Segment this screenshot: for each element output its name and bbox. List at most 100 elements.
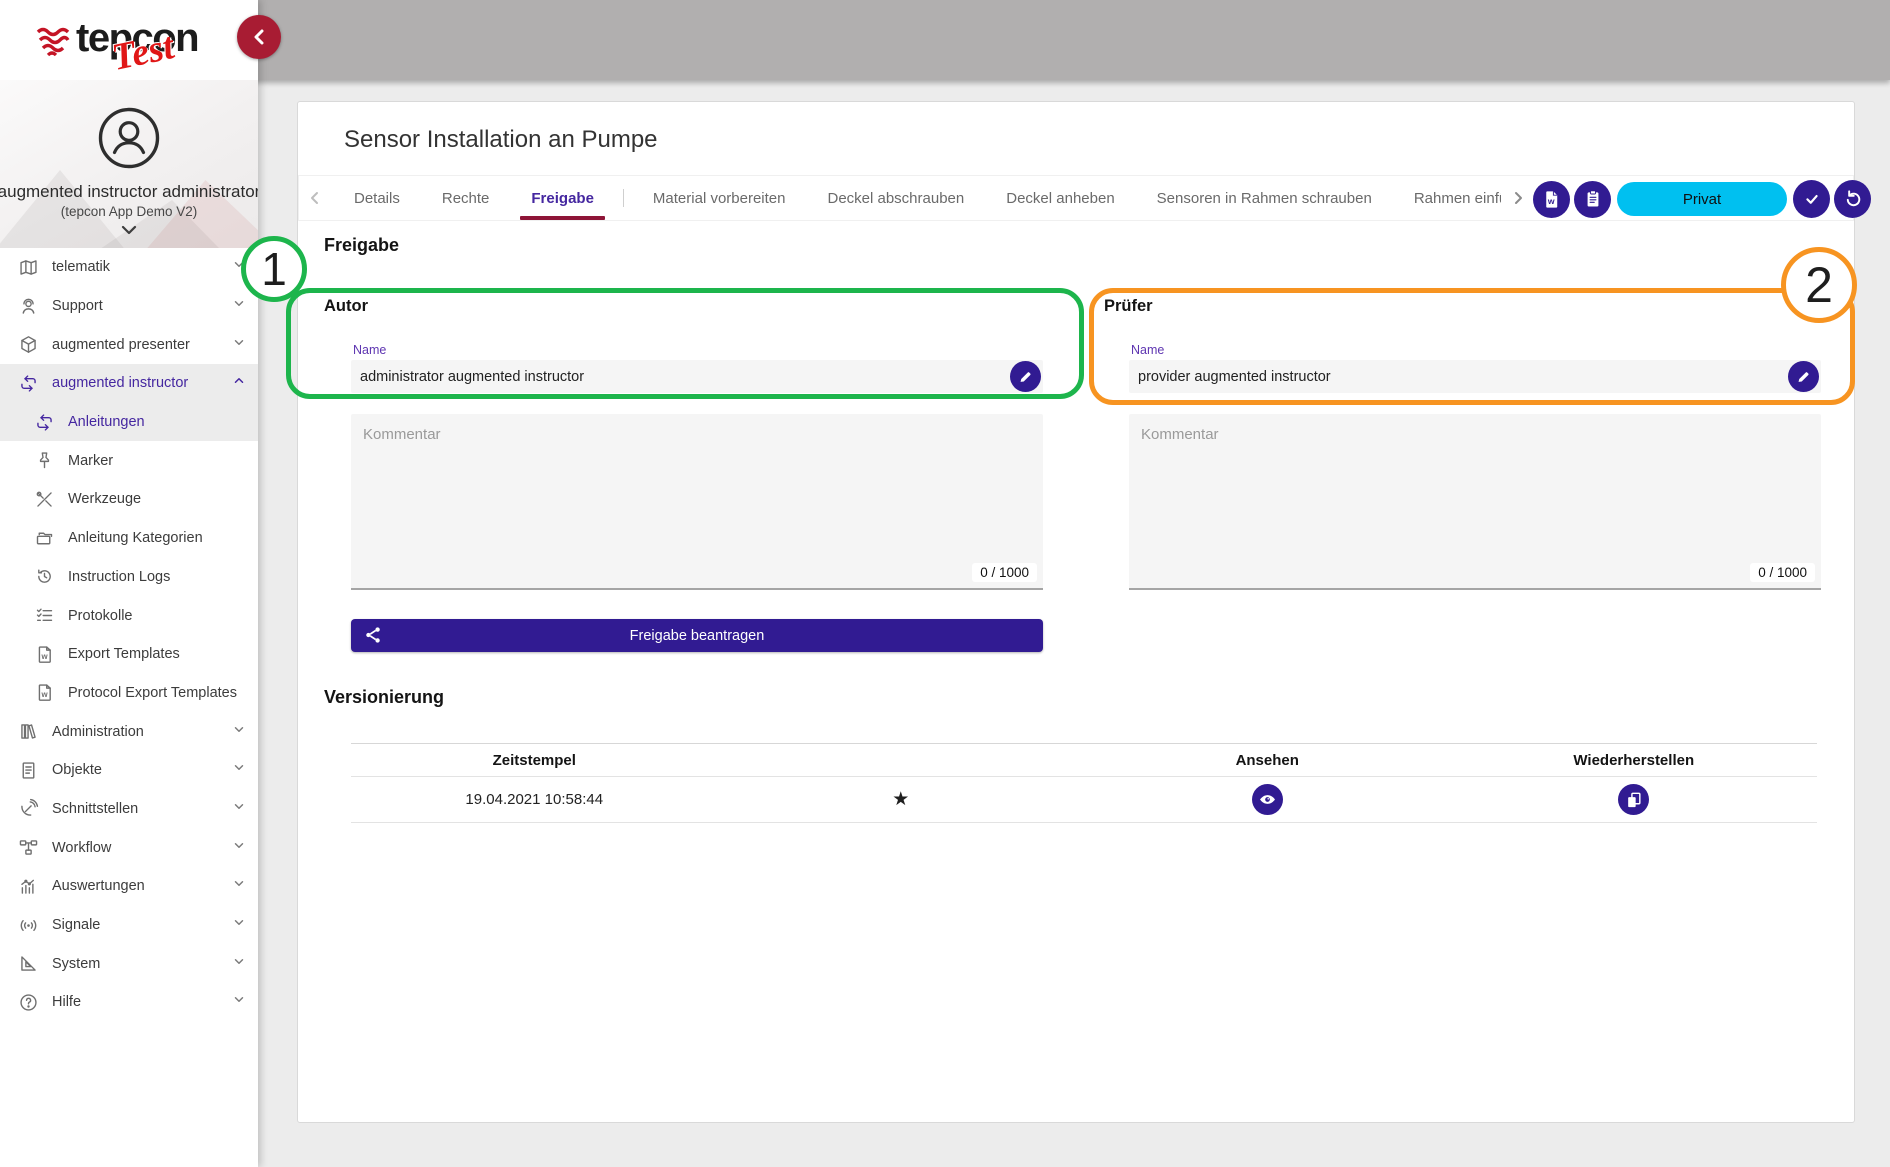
tab-freigabe[interactable]: Freigabe bbox=[510, 176, 615, 220]
pencil-icon bbox=[1795, 368, 1812, 385]
autor-name-field bbox=[351, 360, 1043, 393]
sidebar-item-workflow[interactable]: Workflow bbox=[0, 828, 258, 867]
sidebar-item-werkzeuge[interactable]: Werkzeuge bbox=[0, 480, 258, 519]
chevron-down-icon bbox=[232, 993, 246, 1012]
restore-version-button[interactable] bbox=[1618, 784, 1649, 815]
pushpin-icon bbox=[32, 450, 56, 472]
autor-comment-counter: 0 / 1000 bbox=[972, 563, 1037, 582]
sidebar-item-anleitung-kategorien[interactable]: Anleitung Kategorien bbox=[0, 519, 258, 558]
history-icon bbox=[32, 566, 56, 588]
tabs-scroll-right-button[interactable] bbox=[1511, 189, 1525, 207]
sidebar-item-label: Anleitung Kategorien bbox=[68, 530, 203, 546]
set-square-icon bbox=[16, 953, 40, 975]
sidebar-item-label: augmented instructor bbox=[52, 375, 188, 391]
pruefer-edit-button[interactable] bbox=[1788, 361, 1819, 392]
sidebar-item-export-templates[interactable]: w Export Templates bbox=[0, 635, 258, 674]
sidebar-item-label: Protokolle bbox=[68, 608, 132, 624]
sidebar-item-augmented-instructor[interactable]: augmented instructor bbox=[0, 364, 258, 403]
chevron-down-icon bbox=[232, 761, 246, 780]
sidebar-item-support[interactable]: Support bbox=[0, 287, 258, 326]
sidebar-item-schnittstellen[interactable]: Schnittstellen bbox=[0, 790, 258, 829]
tabs-strip: Details Rechte Freigabe Material vorbere… bbox=[333, 176, 1501, 220]
request-approval-button[interactable]: Freigabe beantragen bbox=[351, 619, 1043, 652]
word-document-icon: w bbox=[1541, 189, 1562, 210]
sidebar-item-marker[interactable]: Marker bbox=[0, 441, 258, 480]
sidebar-item-auswertungen[interactable]: Auswertungen bbox=[0, 867, 258, 906]
tab-deckel-abschrauben[interactable]: Deckel abschrauben bbox=[806, 176, 985, 220]
tab-material-vorbereiten[interactable]: Material vorbereiten bbox=[632, 176, 807, 220]
favorite-star-icon: ★ bbox=[892, 788, 909, 811]
chevron-down-icon bbox=[232, 335, 246, 354]
tab-deckel-anheben[interactable]: Deckel anheben bbox=[985, 176, 1135, 220]
word-export-button[interactable]: w bbox=[1533, 181, 1570, 218]
autor-comment-wrap: 0 / 1000 bbox=[351, 414, 1043, 590]
undo-button[interactable] bbox=[1834, 180, 1871, 218]
profile-expand-chevron[interactable] bbox=[0, 224, 258, 236]
sidebar-item-hilfe[interactable]: Hilfe bbox=[0, 983, 258, 1022]
autor-comment-textarea[interactable] bbox=[351, 414, 1043, 590]
workflow-icon bbox=[16, 837, 40, 859]
sidebar-item-signale[interactable]: Signale bbox=[0, 906, 258, 945]
pencil-icon bbox=[1017, 368, 1034, 385]
map-icon bbox=[16, 256, 40, 278]
tab-separator bbox=[623, 189, 624, 207]
svg-text:w: w bbox=[1547, 195, 1555, 205]
autor-panel-title: Autor bbox=[324, 297, 368, 316]
word-document-icon: w bbox=[32, 643, 56, 665]
privacy-toggle-button[interactable]: Privat bbox=[1617, 182, 1787, 216]
chevron-down-icon bbox=[232, 954, 246, 973]
pruefer-comment-wrap: 0 / 1000 bbox=[1129, 414, 1821, 590]
pruefer-name-input[interactable] bbox=[1129, 369, 1788, 385]
pruefer-comment-textarea[interactable] bbox=[1129, 414, 1821, 590]
tab-rechte[interactable]: Rechte bbox=[421, 176, 511, 220]
sidebar-item-augmented-presenter[interactable]: augmented presenter bbox=[0, 325, 258, 364]
chevron-down-icon bbox=[232, 916, 246, 935]
version-timestamp: 19.04.2021 10:58:44 bbox=[351, 791, 718, 808]
sidebar-item-label: Anleitungen bbox=[68, 414, 145, 430]
version-table-row: 19.04.2021 10:58:44 ★ bbox=[351, 777, 1817, 823]
confirm-button[interactable] bbox=[1793, 180, 1830, 218]
chevron-down-icon bbox=[232, 799, 246, 818]
chevron-down-icon bbox=[232, 877, 246, 896]
chevron-down-icon bbox=[232, 722, 246, 741]
sidebar-item-label: Auswertungen bbox=[52, 878, 145, 894]
tools-icon bbox=[32, 488, 56, 510]
sidebar-item-system[interactable]: System bbox=[0, 944, 258, 983]
sidebar-item-instruction-logs[interactable]: Instruction Logs bbox=[0, 558, 258, 597]
tab-details[interactable]: Details bbox=[333, 176, 421, 220]
logo[interactable]: tepcon Test bbox=[0, 0, 258, 80]
protocol-export-button[interactable] bbox=[1574, 181, 1611, 218]
content-card: Sensor Installation an Pumpe Details Rec… bbox=[297, 101, 1855, 1123]
sidebar-item-protokolle[interactable]: Protokolle bbox=[0, 596, 258, 635]
sidebar-item-label: Instruction Logs bbox=[68, 569, 170, 585]
column-ansehen: Ansehen bbox=[1084, 752, 1451, 769]
sidebar-item-label: System bbox=[52, 956, 100, 972]
tab-sensoren-in-rahmen-schrauben[interactable]: Sensoren in Rahmen schrauben bbox=[1136, 176, 1393, 220]
version-table: Zeitstempel Ansehen Wiederherstellen 19.… bbox=[351, 743, 1817, 823]
view-version-button[interactable] bbox=[1252, 784, 1283, 815]
user-profile[interactable]: augmented instructor administrator (tepc… bbox=[0, 80, 258, 248]
repeat-icon bbox=[32, 411, 56, 433]
restore-pages-icon bbox=[1624, 790, 1644, 810]
autor-name-input[interactable] bbox=[351, 369, 1010, 385]
sidebar-item-objekte[interactable]: Objekte bbox=[0, 751, 258, 790]
sidebar-item-anleitungen[interactable]: Anleitungen bbox=[0, 403, 258, 442]
sidebar-item-administration[interactable]: Administration bbox=[0, 712, 258, 751]
sidebar-item-label: Support bbox=[52, 298, 103, 314]
sidebar-item-label: Workflow bbox=[52, 840, 111, 856]
sidebar-item-label: Hilfe bbox=[52, 994, 81, 1010]
undo-icon bbox=[1842, 189, 1863, 210]
sidebar-item-protocol-export-templates[interactable]: w Protocol Export Templates bbox=[0, 674, 258, 713]
toolbar-actions: w Privat bbox=[1533, 180, 1871, 218]
tabs-scroll-left-button[interactable] bbox=[307, 189, 321, 207]
bar-chart-icon bbox=[16, 875, 40, 897]
request-approval-label: Freigabe beantragen bbox=[630, 628, 765, 644]
sidebar-item-label: Marker bbox=[68, 453, 113, 469]
collapse-sidebar-button[interactable] bbox=[237, 15, 281, 59]
sidebar-item-label: Export Templates bbox=[68, 646, 180, 662]
tab-rahmen-einfuegen[interactable]: Rahmen einfügen bbox=[1393, 176, 1501, 220]
autor-edit-button[interactable] bbox=[1010, 361, 1041, 392]
svg-text:w: w bbox=[40, 690, 48, 699]
sidebar-item-telematik[interactable]: telematik bbox=[0, 248, 258, 287]
clipboard-icon bbox=[1583, 189, 1603, 209]
